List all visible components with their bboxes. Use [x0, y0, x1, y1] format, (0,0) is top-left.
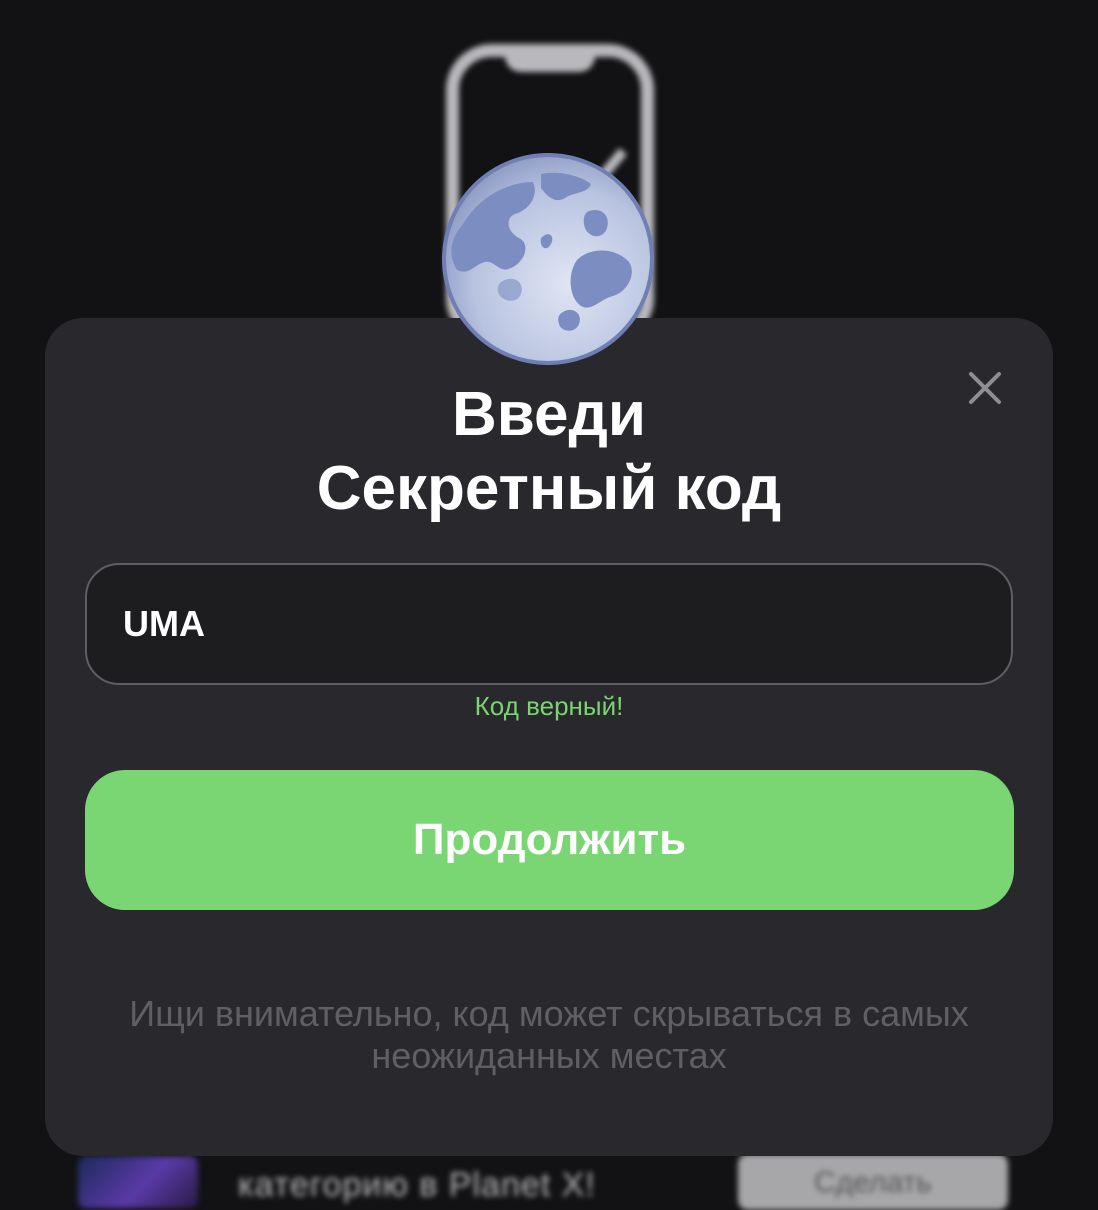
task-text: категорию в Planet X!: [238, 1166, 596, 1204]
secret-code-input[interactable]: [85, 563, 1013, 685]
code-status-message: Код верный!: [474, 691, 624, 721]
task-button: Сделать: [738, 1154, 1008, 1210]
task-thumbnail: [78, 1156, 198, 1208]
title-line-1: Введи: [451, 380, 647, 449]
moon-icon: [441, 152, 655, 366]
phone-notch: [505, 44, 595, 72]
task-button-label: Сделать: [814, 1166, 932, 1199]
continue-button[interactable]: Продолжить: [85, 770, 1014, 910]
background-task-card: категорию в Planet X! Сделать: [78, 1148, 1018, 1210]
title-line-2: Секретный код: [316, 454, 782, 523]
modal-title: Введи Секретный код: [45, 378, 1053, 526]
hint-text: Ищи внимательно, код может скрываться в …: [129, 993, 969, 1076]
secret-code-modal: Введи Секретный код Код верный! Продолжи…: [45, 318, 1053, 1156]
